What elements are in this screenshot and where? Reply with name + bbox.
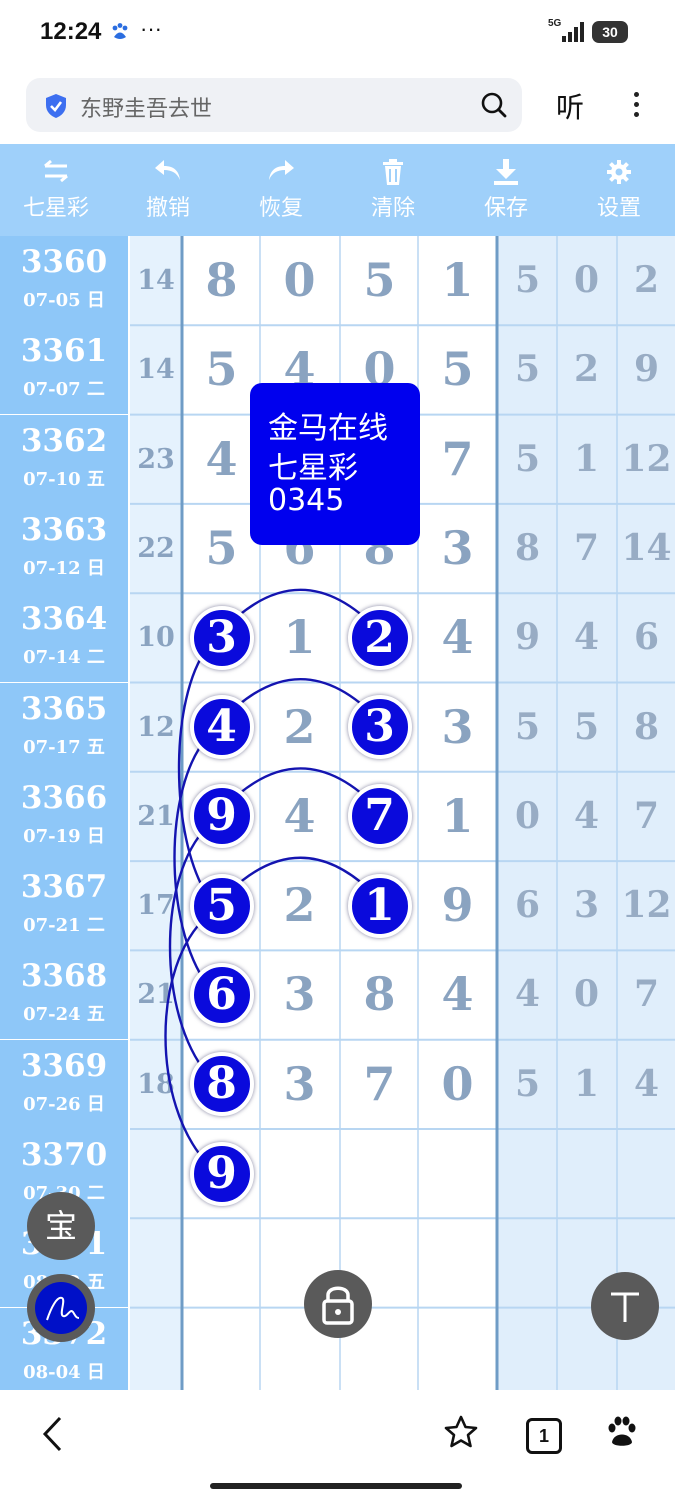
- undo-button[interactable]: 撤销: [112, 144, 224, 236]
- search-query: 东野圭吾去世: [80, 97, 213, 122]
- highlighted-number[interactable]: 3: [347, 695, 412, 760]
- highlighted-number[interactable]: 4: [189, 695, 254, 760]
- highlighted-number[interactable]: 9: [189, 784, 254, 849]
- toolbar-label: 保存: [483, 196, 528, 221]
- connector-arc: [177, 647, 209, 897]
- settings-button[interactable]: 设置: [563, 144, 675, 236]
- clear-button[interactable]: 清除: [337, 144, 449, 236]
- pen-icon: [46, 1296, 80, 1321]
- search-input[interactable]: 东野圭吾去世: [26, 78, 522, 132]
- home-indicator: [210, 1483, 462, 1489]
- chart-toolbar: 七星彩 撤销 恢复 清除 保存 设置: [0, 144, 675, 236]
- undo-icon: [155, 160, 180, 180]
- lock-button[interactable]: [304, 1270, 372, 1338]
- highlighted-number[interactable]: 3: [189, 605, 254, 670]
- listen-button[interactable]: 听: [556, 86, 584, 126]
- battery-icon: 30: [592, 21, 628, 43]
- back-icon[interactable]: [40, 1414, 66, 1454]
- search-icon[interactable]: [480, 91, 508, 119]
- highlighted-number[interactable]: 2: [347, 605, 412, 670]
- bao-button[interactable]: 宝: [27, 1192, 95, 1260]
- redo-button[interactable]: 恢复: [225, 144, 337, 236]
- note-line-1: 金马在线: [268, 411, 388, 446]
- gear-icon: [607, 160, 631, 184]
- note-line-3: 0345: [268, 483, 345, 518]
- toolbar-label: 七星彩: [22, 196, 89, 221]
- highlighted-number[interactable]: 6: [189, 963, 254, 1028]
- baidu-paw-icon: [112, 23, 128, 39]
- toolbar-label: 设置: [596, 196, 641, 221]
- scroll-top-button[interactable]: [591, 1272, 659, 1340]
- toolbar-label: 恢复: [258, 196, 303, 221]
- status-more-icon: ···: [140, 16, 162, 41]
- redo-icon: [269, 160, 294, 180]
- status-bar: 12:24 ··· 5G 30: [0, 0, 675, 66]
- download-icon: [494, 159, 518, 185]
- highlighted-number[interactable]: 9: [189, 1141, 254, 1206]
- highlighted-number[interactable]: 5: [189, 873, 254, 938]
- note-line-2: 七星彩: [268, 451, 358, 486]
- baidu-home-icon[interactable]: [604, 1414, 640, 1450]
- highlighted-number[interactable]: 8: [189, 1052, 254, 1117]
- trash-icon: [383, 159, 403, 185]
- shield-icon: [46, 94, 66, 118]
- menu-more-icon[interactable]: [626, 88, 646, 124]
- toolbar-lottery-type[interactable]: 七星彩: [0, 144, 112, 236]
- pen-button[interactable]: [27, 1274, 95, 1342]
- highlighted-number[interactable]: 7: [347, 784, 412, 849]
- swap-icon: [44, 159, 68, 183]
- signal-icon: [562, 22, 584, 42]
- annotation-note[interactable]: 金马在线 七星彩 0345: [250, 383, 420, 545]
- highlighted-number[interactable]: 1: [347, 873, 412, 938]
- favorite-star-icon[interactable]: [443, 1414, 479, 1450]
- arrow-top-icon: [611, 1292, 639, 1322]
- toolbar-label: 撤销: [145, 196, 190, 221]
- save-button[interactable]: 保存: [450, 144, 562, 236]
- toolbar-label: 清除: [370, 196, 415, 221]
- tabs-button[interactable]: 1: [526, 1418, 562, 1454]
- status-time: 12:24: [40, 18, 102, 45]
- lock-icon: [322, 1286, 354, 1325]
